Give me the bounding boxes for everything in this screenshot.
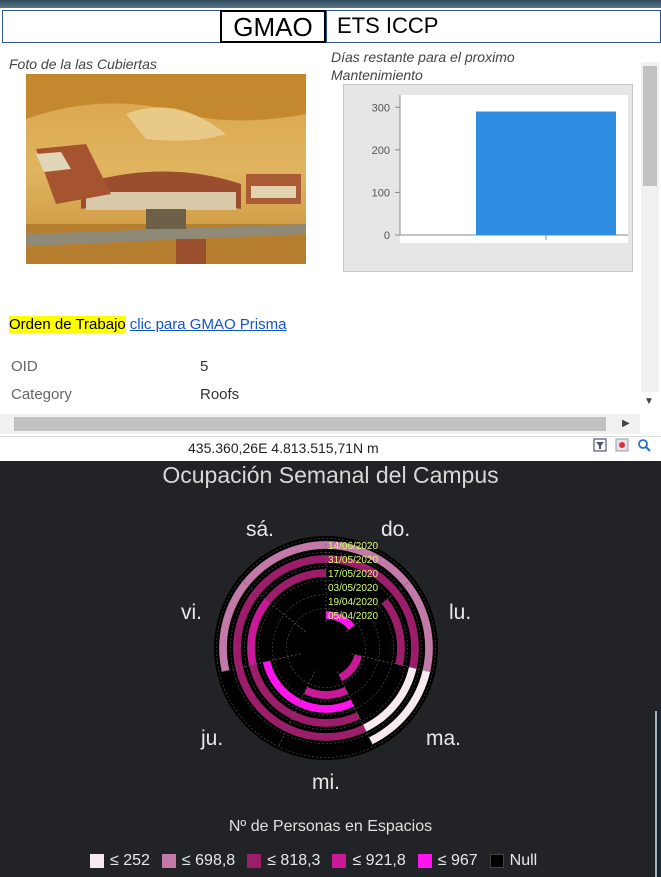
legend-item: ≤ 967: [417, 852, 478, 870]
bar: [476, 111, 616, 235]
legend-label: ≤ 818,3: [267, 852, 321, 869]
filter-icon[interactable]: [592, 438, 608, 454]
y-tick-label: 300: [372, 102, 390, 114]
legend-item: Null: [489, 852, 538, 870]
y-tick-label: 200: [372, 145, 390, 157]
maintenance-chart: 0 100 200 300: [343, 84, 633, 272]
day-label-ma: ma.: [426, 727, 462, 750]
maintenance-bar-chart: 0 100 200 300: [372, 95, 628, 243]
popup-horizontal-scroll-thumb[interactable]: [14, 417, 606, 431]
legend-item: ≤ 252: [90, 852, 150, 870]
legend-title: Nº de Personas en Espacios: [228, 818, 433, 835]
attr-key-oid: OID: [11, 358, 38, 375]
legend-item: ≤ 818,3: [247, 852, 320, 870]
legend-item: ≤ 921,8: [332, 852, 406, 870]
gmao-title: GMAO: [220, 10, 326, 43]
legend-swatch: [90, 854, 104, 868]
legend-label: ≤ 252: [110, 852, 150, 869]
legend-item: ≤ 698,8: [161, 852, 236, 870]
scroll-down-arrow-icon[interactable]: ▼: [644, 396, 654, 407]
day-label-mi: mi.: [312, 771, 340, 794]
legend-swatch: [417, 854, 432, 868]
legend-swatch: [332, 854, 347, 868]
legend-swatch: [247, 854, 262, 868]
attr-key-category: Category: [11, 386, 72, 403]
attr-value-category: Roofs: [200, 386, 240, 403]
week-label: 05/04/2020: [328, 611, 378, 622]
legend-swatch: [489, 854, 504, 868]
weekly-occupancy-radial-chart: 14/06/2020 31/05/2020 17/05/2020 03/05/2020…: [214, 536, 438, 760]
coordinates-readout: 435.360,26E 4.813.515,71N m: [188, 440, 379, 456]
week-label: 14/06/2020: [328, 541, 378, 552]
panel-edge: [655, 711, 657, 877]
week-label: 19/04/2020: [328, 597, 378, 608]
popup-vertical-scroll-thumb[interactable]: [643, 66, 657, 186]
chart-caption: Días restante para el proximo Mantenimie…: [331, 49, 515, 83]
legend-label: ≤ 698,8: [181, 852, 236, 869]
gmao-prisma-link[interactable]: clic para GMAO Prisma: [130, 316, 287, 333]
day-label-sa: sá.: [246, 518, 275, 541]
day-label-lu: lu.: [449, 601, 472, 624]
window-top-strip: [0, 0, 661, 8]
week-label: 03/05/2020: [328, 583, 378, 594]
roof-photo: [26, 74, 306, 264]
legend-label: Null: [509, 852, 538, 869]
photo-caption: Foto de la las Cubiertas: [9, 56, 157, 72]
work-order-row: Orden de Trabajo clic para GMAO Prisma: [9, 316, 286, 333]
occupancy-legend: ≤ 252 ≤ 698,8 ≤ 818,3 ≤ 921,8 ≤ 967 Null: [90, 852, 549, 870]
day-label-ju: ju.: [201, 727, 224, 750]
y-tick-label: 0: [384, 230, 390, 242]
day-label-do: do.: [381, 518, 411, 541]
scroll-right-arrow-icon[interactable]: ▶: [622, 418, 630, 429]
search-icon[interactable]: [636, 438, 652, 454]
y-tick-label: 100: [372, 187, 390, 199]
week-label: 17/05/2020: [328, 569, 378, 580]
legend-swatch: [161, 854, 176, 868]
legend-label: ≤ 967: [437, 852, 478, 869]
day-label-vi: vi.: [181, 601, 202, 624]
feature-popup: Foto de la las Cubiertas Días restante p…: [0, 46, 661, 434]
radial-center: [300, 622, 352, 674]
week-label: 31/05/2020: [328, 555, 378, 566]
attr-value-oid: 5: [200, 358, 209, 375]
legend-label: ≤ 921,8: [352, 852, 406, 869]
ets-title: ETS ICCP: [326, 10, 661, 43]
work-order-label: Orden de Trabajo: [9, 316, 126, 333]
locate-icon[interactable]: [614, 438, 630, 454]
